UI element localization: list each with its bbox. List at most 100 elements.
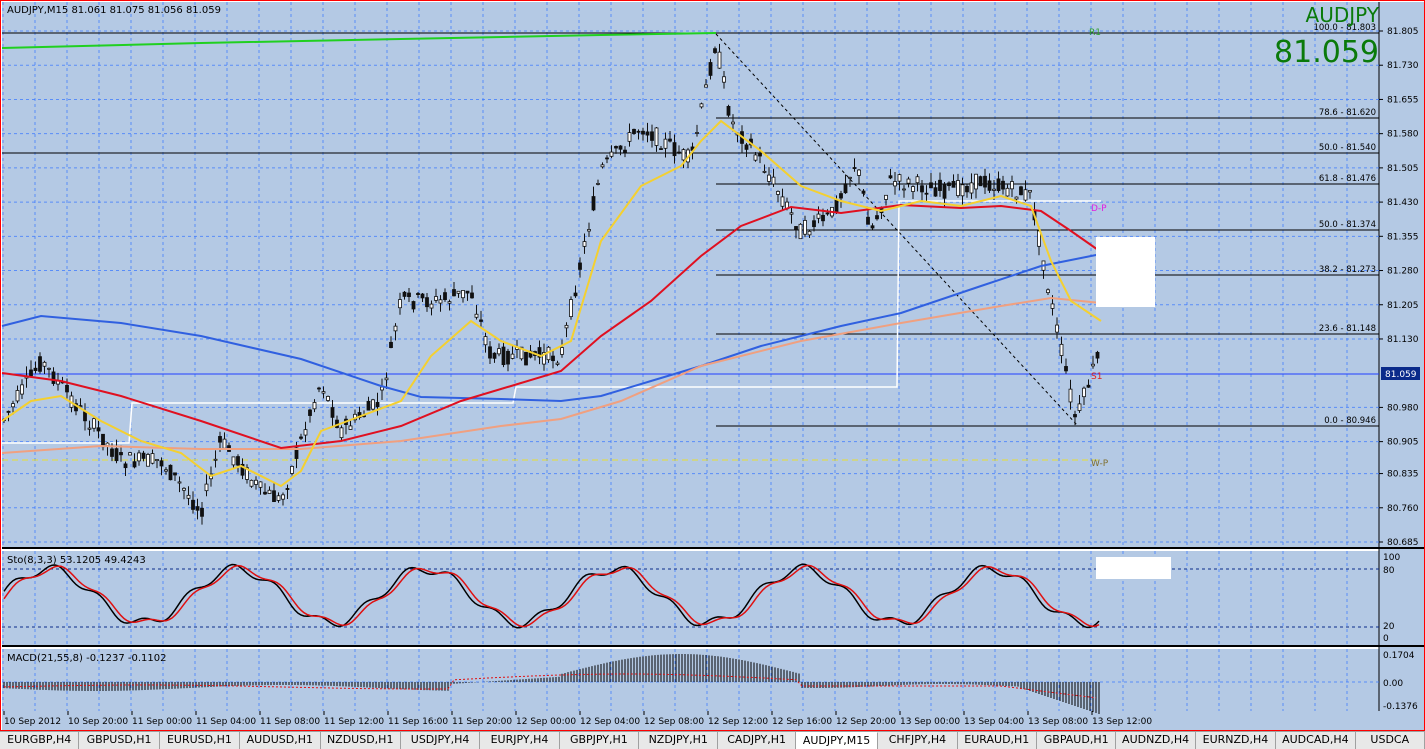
time-axis-label: 12 Sep 04:00 [580, 717, 640, 727]
candle-body [177, 481, 182, 484]
candle-body [348, 425, 353, 430]
chart-tab[interactable]: GBPAUD,H1 [1037, 732, 1117, 749]
chart-tab[interactable]: GBPUSD,H1 [79, 732, 160, 749]
candle-body [258, 481, 263, 488]
price-axis-bg [1379, 2, 1424, 730]
candle-body [807, 230, 812, 236]
chart-tab[interactable]: EURUSD,H1 [160, 732, 241, 749]
candle-body [1046, 289, 1050, 294]
candle-body [497, 348, 501, 355]
candle-body [38, 356, 42, 372]
chart-area[interactable]: 100.0 - 81.803 78.6 - 81.620 50.0 - 81.540… [0, 0, 1425, 731]
candle-body [434, 296, 438, 301]
candle-body [812, 220, 816, 228]
time-axis-label: 13 Sep 00:00 [900, 717, 960, 727]
price-axis-label: 81.805 [1387, 27, 1419, 37]
chart-tab[interactable]: AUDCAD,H4 [1276, 732, 1356, 749]
candle-body [231, 456, 236, 466]
candle-body [366, 400, 371, 411]
candle-body [744, 144, 749, 150]
highlight-box-stoch[interactable] [1096, 557, 1171, 579]
candle-body [699, 103, 704, 108]
candle-body [758, 152, 762, 157]
chart-tab[interactable]: EURGBP,H4 [0, 732, 80, 749]
candle-body [663, 138, 668, 149]
candle-body [938, 179, 942, 191]
candle-body [1050, 303, 1055, 309]
candle-body [411, 301, 416, 310]
candle-body [888, 175, 893, 179]
macd-panel-header: MACD(21,55,8) -0.1237 -0.1102 [7, 653, 167, 664]
candle-body [15, 390, 20, 402]
candle-body [420, 293, 425, 299]
candle-body [429, 303, 434, 309]
candle-body [911, 186, 915, 192]
candle-body [470, 292, 474, 299]
chart-tab[interactable]: EURAUD,H1 [958, 732, 1037, 749]
candle-body [416, 293, 420, 295]
candle-body [375, 402, 380, 408]
candle-body [632, 128, 636, 134]
candle-body [236, 456, 240, 466]
chart-tab[interactable]: USDCA [1356, 732, 1425, 749]
chart-tab[interactable]: USDJPY,H4 [401, 732, 481, 749]
chart-tab[interactable]: AUDNZD,H4 [1116, 732, 1196, 749]
candle-body [272, 490, 276, 503]
chart-canvas[interactable]: 100.0 - 81.80378.6 - 81.62050.0 - 81.540… [1, 1, 1424, 730]
weekly-pivot-label: W-P [1091, 459, 1109, 469]
highlight-box-main[interactable] [1096, 237, 1155, 307]
candle-body [1082, 387, 1086, 398]
candle-body [11, 403, 15, 408]
chart-tab[interactable]: NZDUSD,H1 [321, 732, 401, 749]
time-axis-label: 12 Sep 00:00 [516, 717, 576, 727]
candle-body [821, 214, 825, 222]
candle-body [861, 190, 866, 194]
price-axis-label: 81.655 [1387, 95, 1419, 105]
chart-tab[interactable]: GBPJPY,H1 [560, 732, 640, 749]
candle-body [1005, 187, 1010, 197]
candle-body [65, 384, 69, 393]
candle-body [1073, 414, 1077, 418]
price-axis-label: 81.730 [1387, 61, 1419, 71]
candle-body [1091, 363, 1095, 367]
candle-body [173, 472, 177, 476]
price-axis-label: 81.580 [1387, 130, 1419, 140]
candle-body [1010, 181, 1014, 190]
candle-body [447, 301, 452, 304]
price-axis-label: 80.980 [1387, 403, 1419, 413]
candle-body [816, 213, 821, 219]
candle-body [218, 436, 222, 443]
chart-tab[interactable]: NZDJPY,H1 [639, 732, 719, 749]
daily-pivot-label: D-P [1091, 204, 1107, 214]
candle-body [618, 145, 623, 150]
candle-body [753, 154, 758, 161]
chart-tab[interactable]: CADJPY,H1 [718, 732, 796, 749]
chart-tab[interactable]: EURNZD,H4 [1196, 732, 1277, 749]
chart-tab-bar: EURGBP,H4 GBPUSD,H1 EURUSD,H1 AUDUSD,H1 NZDU… [0, 731, 1425, 749]
time-axis-label: 11 Sep 00:00 [132, 717, 192, 727]
price-axis-label: 80.905 [1387, 438, 1419, 448]
stoch-panel-bg [2, 551, 1379, 645]
macd-axis-label: -0.1376 [1383, 702, 1418, 712]
candle-body [204, 483, 209, 492]
candle-body [852, 167, 857, 169]
time-axis-label: 11 Sep 04:00 [196, 717, 256, 727]
candle-body [389, 341, 393, 348]
candle-body [866, 216, 870, 225]
chart-tab[interactable]: EURJPY,H4 [480, 732, 560, 749]
candle-body [452, 289, 456, 297]
candle-body [983, 175, 987, 188]
candle-body [1064, 366, 1068, 372]
candle-body [929, 182, 933, 189]
candle-body [627, 132, 632, 142]
chart-tab[interactable]: CHFJPY,H4 [878, 732, 958, 749]
chart-tab[interactable]: AUDJPY,M15 [795, 732, 879, 749]
chart-tab[interactable]: AUDUSD,H1 [240, 732, 321, 749]
candle-body [596, 183, 600, 185]
candle-body [794, 226, 798, 231]
candle-body [479, 319, 483, 322]
price-axis-label: 81.355 [1387, 232, 1419, 242]
candle-body [200, 507, 204, 517]
candle-body [987, 180, 992, 191]
candle-body [87, 427, 92, 430]
